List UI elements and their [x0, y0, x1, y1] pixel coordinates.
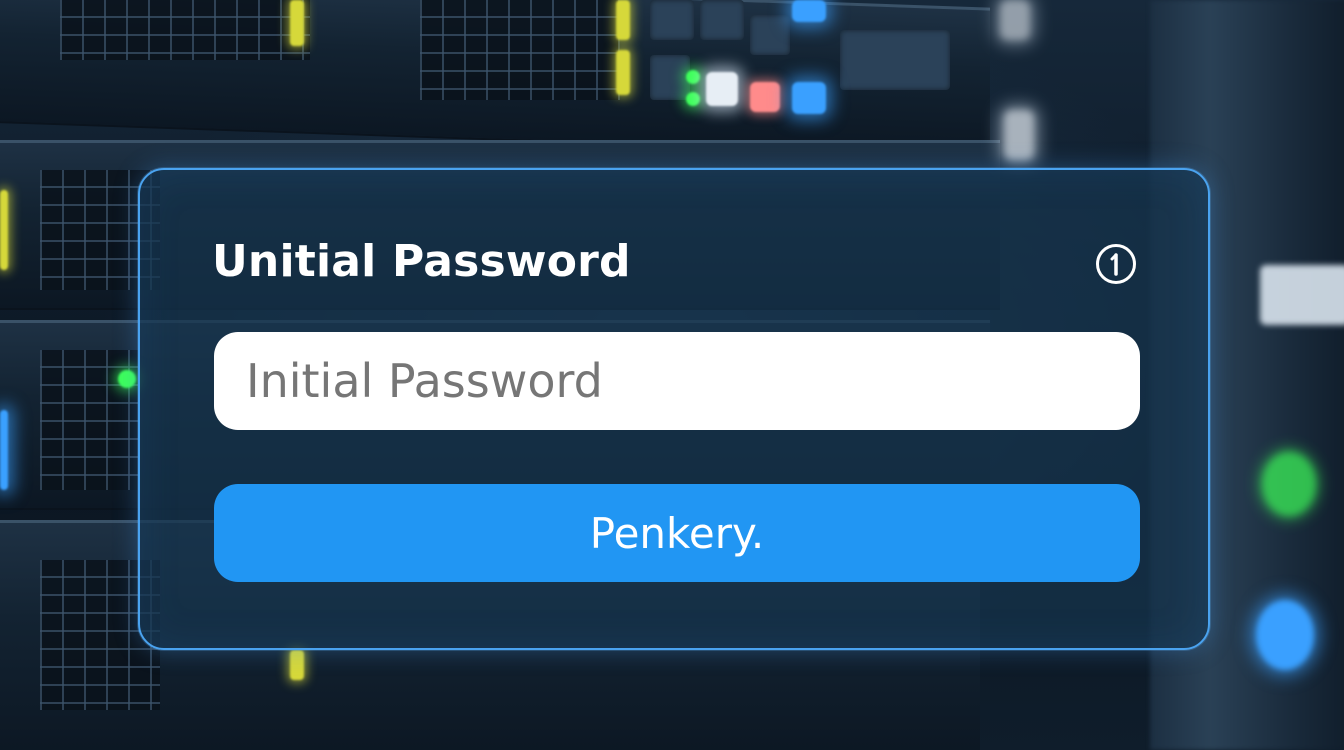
status-led [616, 0, 630, 40]
status-led [750, 82, 780, 112]
rack-handle [1260, 265, 1344, 325]
drive-bay [840, 30, 950, 90]
status-led [0, 190, 8, 270]
rack-vent-grille [60, 0, 310, 60]
status-led [792, 0, 826, 22]
status-led [118, 370, 136, 388]
initial-password-dialog: Unitial Password Penkery. [138, 168, 1210, 650]
status-led [290, 650, 304, 680]
drive-bay [650, 55, 690, 100]
status-led [616, 50, 630, 95]
status-led [792, 82, 826, 114]
dialog-title: Unitial Password [212, 236, 631, 287]
status-led [1000, 0, 1030, 40]
status-led [1262, 452, 1316, 516]
drive-bay [650, 0, 694, 40]
status-led [706, 72, 738, 106]
drive-bay [750, 15, 790, 55]
status-led [686, 92, 700, 106]
submit-button-label: Penkery. [589, 508, 765, 558]
status-led [0, 410, 8, 490]
status-led [290, 0, 304, 46]
info-icon[interactable] [1096, 244, 1136, 284]
status-led [1004, 110, 1034, 160]
submit-button[interactable]: Penkery. [214, 484, 1140, 582]
initial-password-input[interactable] [214, 332, 1140, 430]
status-led [1256, 600, 1314, 670]
rack-vent-grille [420, 0, 620, 100]
drive-bay [700, 0, 744, 40]
status-led [686, 70, 700, 84]
